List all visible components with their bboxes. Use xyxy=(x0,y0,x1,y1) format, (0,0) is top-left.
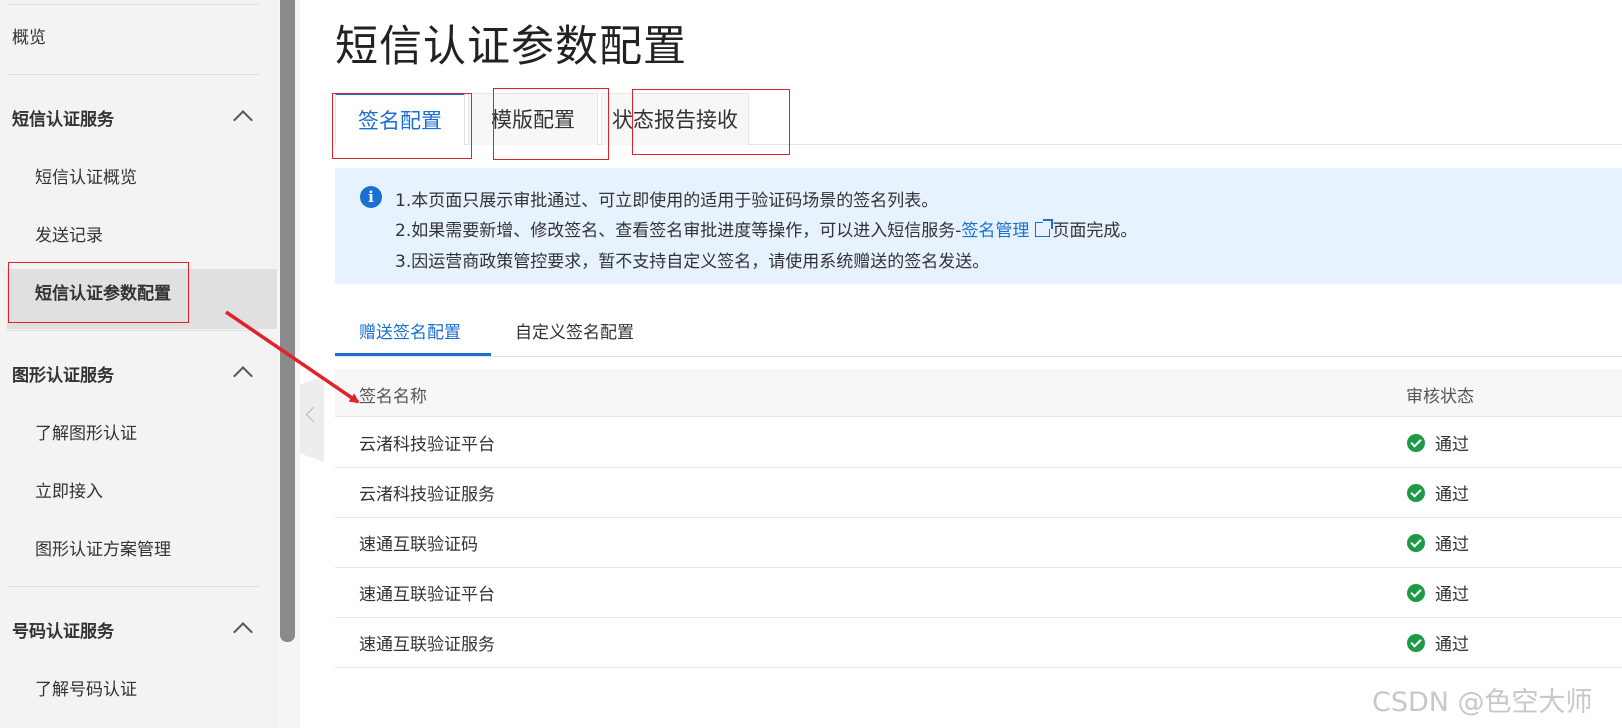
watermark: CSDN @色空大师 xyxy=(1372,687,1593,718)
annotation-arrow xyxy=(225,310,360,404)
